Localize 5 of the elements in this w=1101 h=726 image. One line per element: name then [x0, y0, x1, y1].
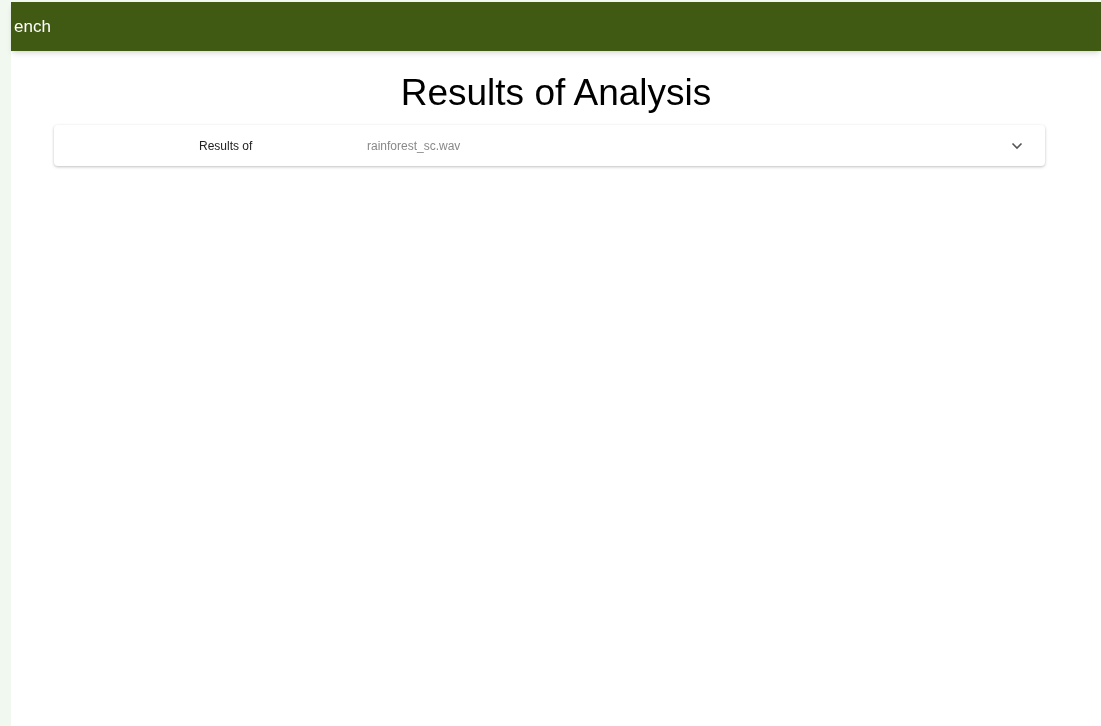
file-name: rainforest_sc.wav: [367, 137, 461, 155]
app-title: ench: [14, 15, 51, 38]
results-label: Results of: [199, 137, 254, 155]
page-heading: Results of Analysis: [399, 71, 713, 115]
results-accordion[interactable]: Results of rainforest_sc.wav: [54, 125, 1045, 166]
